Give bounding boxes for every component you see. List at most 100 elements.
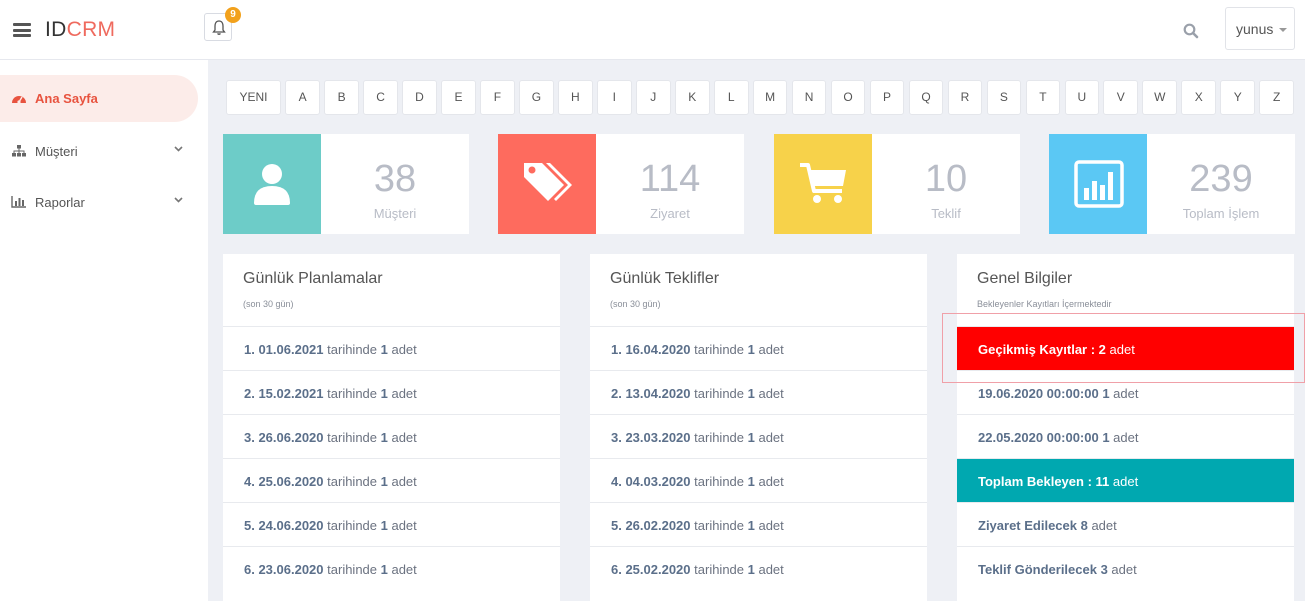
list-item[interactable]: Ziyaret Edilecek 8 adet	[957, 502, 1294, 546]
list-item[interactable]: 4. 25.06.2020 tarihinde 1 adet	[223, 458, 560, 502]
alphabet-button-r[interactable]: R	[947, 80, 983, 115]
row-unit: adet	[1107, 562, 1137, 577]
panel-genel-bilgiler: Genel Bilgiler Bekleyenler Kayıtları İçe…	[957, 254, 1294, 601]
list-item[interactable]: 2. 13.04.2020 tarihinde 1 adet	[590, 370, 927, 414]
list-item[interactable]: 5. 24.06.2020 tarihinde 1 adet	[223, 502, 560, 546]
alphabet-button-j[interactable]: J	[635, 80, 671, 115]
row-count: 1	[747, 342, 755, 357]
alphabet-button-s[interactable]: S	[986, 80, 1022, 115]
alphabet-button-n[interactable]: N	[791, 80, 827, 115]
dashboard-icon	[12, 96, 26, 104]
stat-value: 38	[373, 158, 417, 200]
list-item[interactable]: 1. 01.06.2021 tarihinde 1 adet	[223, 326, 560, 370]
row-unit: adet	[387, 342, 417, 357]
cart-icon	[800, 163, 846, 203]
row-unit: adet	[754, 474, 784, 489]
row-text: tarihinde	[323, 474, 381, 489]
row-count: 1	[747, 474, 755, 489]
alphabet-button-l[interactable]: L	[713, 80, 749, 115]
list-item[interactable]: 5. 26.02.2020 tarihinde 1 adet	[590, 502, 927, 546]
sidebar-item-ana-sayfa[interactable]: Ana Sayfa	[0, 75, 198, 122]
panel-gunluk-teklifler: Günlük Teklifler (son 30 gün) 1. 16.04.2…	[590, 254, 927, 601]
list-item[interactable]: 4. 04.03.2020 tarihinde 1 adet	[590, 458, 927, 502]
alphabet-button-u[interactable]: U	[1064, 80, 1100, 115]
alphabet-button-k[interactable]: K	[674, 80, 710, 115]
search-button[interactable]	[1183, 23, 1199, 44]
row-text: tarihinde	[323, 562, 381, 577]
search-icon	[1183, 23, 1199, 39]
brand-id-text: ID	[45, 18, 67, 41]
alphabet-button-w[interactable]: W	[1142, 80, 1178, 115]
list-item[interactable]: 3. 23.03.2020 tarihinde 1 adet	[590, 414, 927, 458]
stat-card-ziyaret[interactable]: 114 Ziyaret	[498, 134, 744, 234]
alphabet-button-yeni[interactable]: YENI	[226, 80, 281, 115]
alphabet-button-c[interactable]: C	[363, 80, 398, 115]
row-unit: adet	[387, 386, 417, 401]
sidebar-item-musteri[interactable]: Müşteri	[0, 128, 198, 175]
top-bar: IDCRM 9 yunus	[0, 0, 1305, 60]
user-menu-dropdown[interactable]: yunus	[1225, 7, 1295, 50]
list-item[interactable]: Toplam Bekleyen : 11 adet	[957, 458, 1294, 502]
chevron-down-icon	[174, 197, 183, 203]
alphabet-button-y[interactable]: Y	[1220, 80, 1256, 115]
row-text: tarihinde	[690, 518, 748, 533]
row-text: tarihinde	[690, 430, 748, 445]
row-unit: adet	[754, 518, 784, 533]
alphabet-button-e[interactable]: E	[441, 80, 476, 115]
alphabet-button-z[interactable]: Z	[1259, 80, 1294, 115]
alphabet-button-b[interactable]: B	[324, 80, 359, 115]
stat-card-musteri[interactable]: 38 Müşteri	[223, 134, 469, 234]
alphabet-button-t[interactable]: T	[1025, 80, 1061, 115]
list-item[interactable]: 22.05.2020 00:00:00 1 adet	[957, 414, 1294, 458]
sidebar: Ana Sayfa Müşteri Raporlar	[0, 60, 208, 601]
list-item[interactable]: 6. 23.06.2020 tarihinde 1 adet	[223, 546, 560, 590]
menu-toggle-icon[interactable]	[13, 23, 31, 37]
stat-label: Müşteri	[373, 206, 417, 221]
alphabet-button-g[interactable]: G	[519, 80, 554, 115]
panel-rows: 1. 01.06.2021 tarihinde 1 adet 2. 15.02.2…	[223, 326, 560, 590]
stat-card-teklif[interactable]: 10 Teklif	[774, 134, 1020, 234]
alphabet-button-d[interactable]: D	[402, 80, 437, 115]
brand-logo[interactable]: IDCRM	[45, 18, 115, 42]
list-item[interactable]: 6. 25.02.2020 tarihinde 1 adet	[590, 546, 927, 590]
row-title: 1. 16.04.2020	[611, 342, 691, 357]
alphabet-button-o[interactable]: O	[830, 80, 866, 115]
chevron-down-icon	[174, 146, 183, 152]
sidebar-item-raporlar[interactable]: Raporlar	[0, 179, 198, 226]
row-title: Teklif Gönderilecek 3	[978, 562, 1108, 577]
bell-icon	[212, 20, 226, 35]
row-title: Toplam Bekleyen : 11	[978, 474, 1110, 489]
row-count: 1	[380, 386, 388, 401]
row-title: 5. 24.06.2020	[244, 518, 324, 533]
row-count: 1	[380, 562, 388, 577]
alphabet-button-x[interactable]: X	[1181, 80, 1217, 115]
row-title: 2. 15.02.2021	[244, 386, 324, 401]
row-text: tarihinde	[690, 386, 748, 401]
alphabet-button-v[interactable]: V	[1103, 80, 1139, 115]
sidebar-item-label: Raporlar	[35, 195, 85, 210]
alphabet-button-a[interactable]: A	[285, 80, 320, 115]
row-text: tarihinde	[690, 474, 748, 489]
alphabet-button-i[interactable]: I	[596, 80, 632, 115]
alphabet-button-h[interactable]: H	[558, 80, 593, 115]
stat-card-toplam-islem[interactable]: 239 Toplam İşlem	[1049, 134, 1295, 234]
alphabet-button-p[interactable]: P	[869, 80, 905, 115]
list-item[interactable]: 2. 15.02.2021 tarihinde 1 adet	[223, 370, 560, 414]
panel-gunluk-planlamalar: Günlük Planlamalar (son 30 gün) 1. 01.06…	[223, 254, 560, 601]
row-unit: adet	[387, 562, 417, 577]
row-count: 1	[380, 518, 388, 533]
stat-label: Ziyaret	[650, 206, 690, 221]
row-text: tarihinde	[323, 518, 381, 533]
list-item[interactable]: 1. 16.04.2020 tarihinde 1 adet	[590, 326, 927, 370]
list-item[interactable]: Teklif Gönderilecek 3 adet	[957, 546, 1294, 590]
list-item[interactable]: 3. 26.06.2020 tarihinde 1 adet	[223, 414, 560, 458]
row-unit: adet	[754, 430, 784, 445]
stat-icon-box	[498, 134, 596, 234]
panel-title: Günlük Planlamalar	[243, 270, 383, 287]
alphabet-button-q[interactable]: Q	[908, 80, 944, 115]
stat-value: 10	[924, 158, 968, 200]
alphabet-button-m[interactable]: M	[752, 80, 788, 115]
alphabet-button-f[interactable]: F	[480, 80, 515, 115]
bar-chart-icon	[11, 196, 26, 208]
tags-icon	[524, 163, 572, 201]
